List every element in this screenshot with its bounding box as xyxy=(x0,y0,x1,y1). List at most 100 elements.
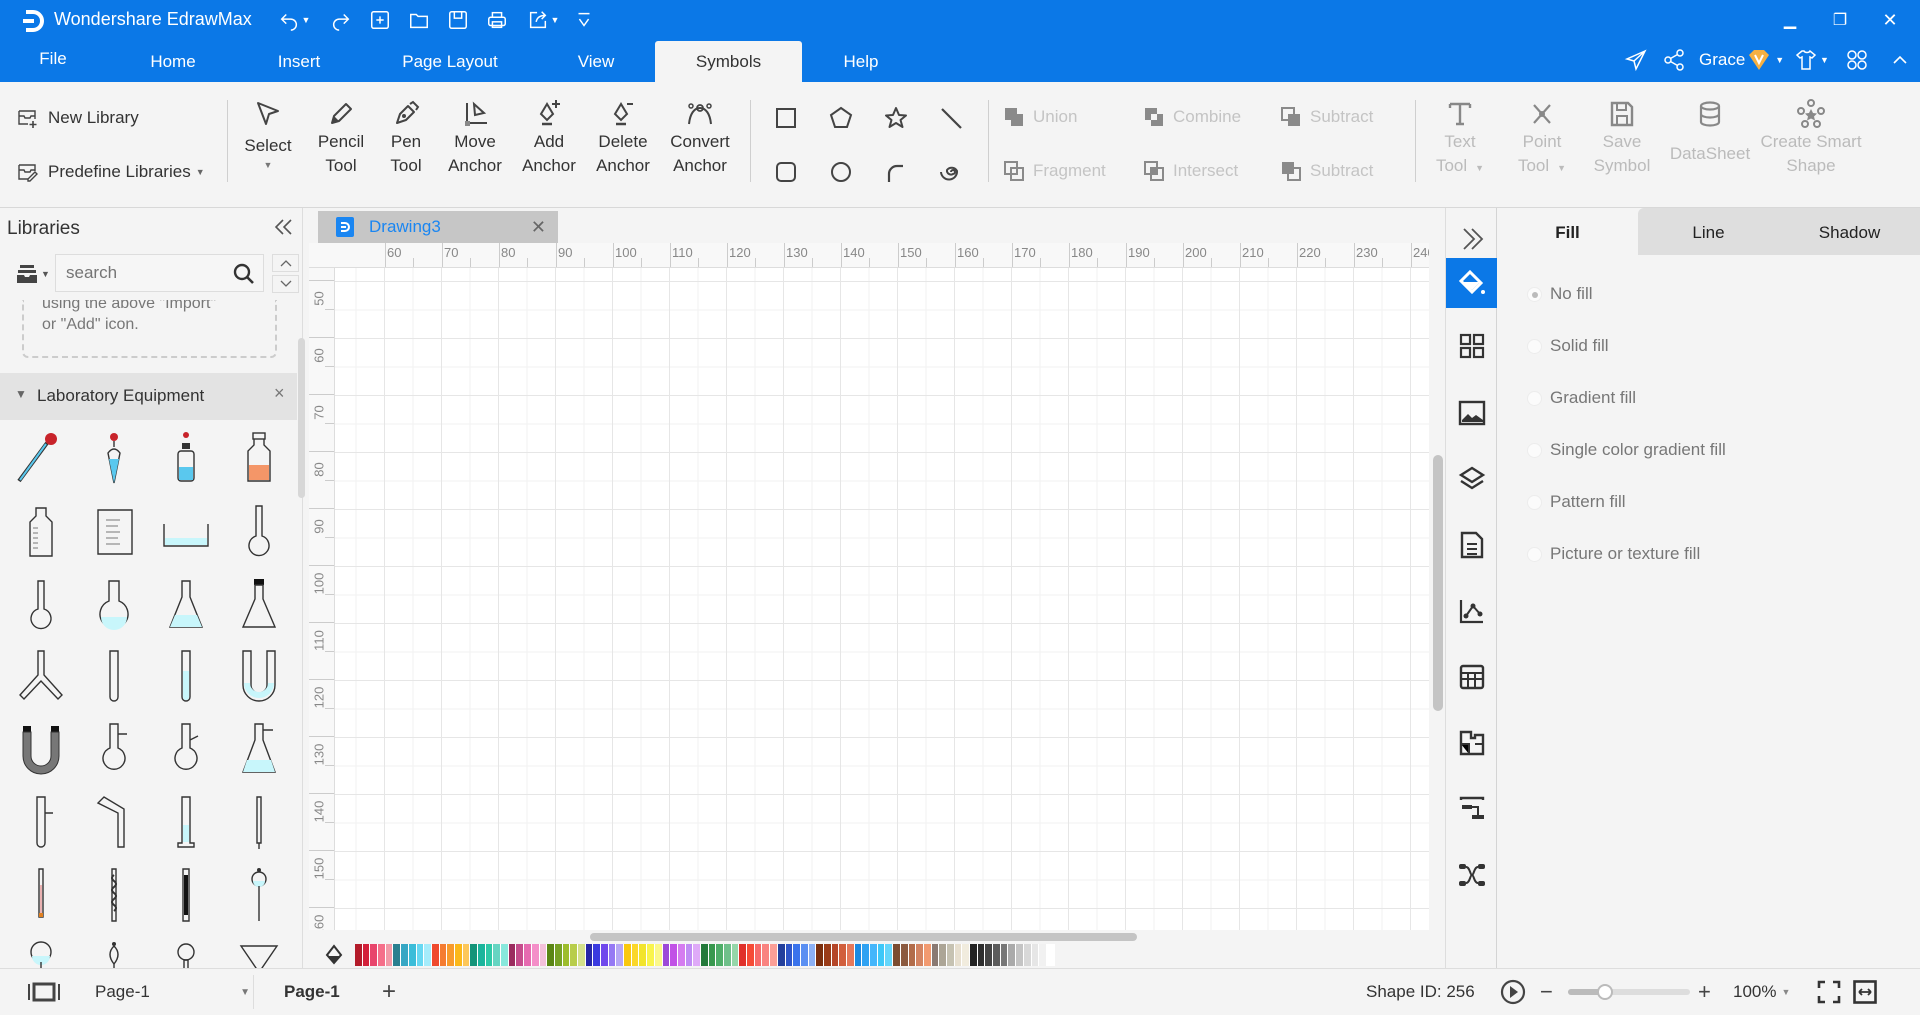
color-swatch[interactable] xyxy=(877,943,886,966)
pentagon-shape-button[interactable] xyxy=(827,104,855,132)
color-swatch[interactable] xyxy=(431,943,440,966)
color-swatch[interactable] xyxy=(631,943,640,966)
color-swatch[interactable] xyxy=(1039,943,1047,966)
menu-tab-view[interactable]: View xyxy=(555,41,637,82)
open-button[interactable] xyxy=(404,6,434,34)
color-swatch[interactable] xyxy=(900,943,909,966)
add-page-button[interactable]: + xyxy=(382,969,396,1015)
menu-tab-symbols[interactable]: Symbols xyxy=(655,41,802,82)
symbol-reagent-bottle[interactable] xyxy=(223,423,296,496)
radio-selected[interactable] xyxy=(1527,286,1542,302)
star-shape-button[interactable] xyxy=(882,104,910,132)
page-select-dropdown[interactable]: Page-1 ▼ xyxy=(95,969,250,1015)
pen-tool-button[interactable]: Pen Tool xyxy=(378,98,434,178)
radio[interactable] xyxy=(1527,494,1542,510)
color-swatch[interactable] xyxy=(654,943,663,966)
color-swatch[interactable] xyxy=(577,943,586,966)
color-swatch[interactable] xyxy=(708,943,717,966)
color-swatch[interactable] xyxy=(839,943,847,966)
color-swatch[interactable] xyxy=(939,943,947,966)
color-swatch[interactable] xyxy=(985,943,994,966)
color-swatch[interactable] xyxy=(1008,943,1017,966)
fullscreen-button[interactable] xyxy=(1817,969,1841,1015)
scroll-up-button[interactable] xyxy=(272,254,299,272)
drawing-canvas[interactable] xyxy=(335,268,1429,930)
color-swatch[interactable] xyxy=(716,943,724,966)
symbol-condenser[interactable] xyxy=(150,859,223,932)
color-swatch[interactable] xyxy=(962,943,970,966)
rounded-rectangle-shape-button[interactable] xyxy=(772,158,800,186)
library-section-header[interactable]: ▼ Laboratory Equipment × xyxy=(0,373,297,420)
color-swatch[interactable] xyxy=(831,943,840,966)
table-panel-button[interactable] xyxy=(1446,652,1498,702)
share-button[interactable] xyxy=(1662,44,1686,76)
color-swatch[interactable] xyxy=(816,943,824,966)
symbol-u-tube[interactable] xyxy=(223,641,296,714)
datasheet-button[interactable]: DataSheet xyxy=(1668,98,1752,166)
page-panel-button[interactable] xyxy=(1446,520,1498,570)
color-swatch[interactable] xyxy=(785,943,794,966)
color-swatch[interactable] xyxy=(416,943,425,966)
picture-texture-fill-option[interactable]: Picture or texture fill xyxy=(1527,544,1700,564)
symbol-side-arm-flask[interactable] xyxy=(150,714,223,787)
color-swatch[interactable] xyxy=(677,943,686,966)
symbol-long-neck-flask[interactable] xyxy=(223,496,296,569)
color-swatch[interactable] xyxy=(747,943,755,966)
search-icon[interactable] xyxy=(232,262,256,286)
color-swatch[interactable] xyxy=(439,943,448,966)
redo-button[interactable] xyxy=(326,6,356,34)
gradient-fill-option[interactable]: Gradient fill xyxy=(1527,388,1636,408)
color-swatch[interactable] xyxy=(1016,943,1024,966)
color-swatch[interactable] xyxy=(493,943,502,966)
symbol-erlenmeyer-flask[interactable] xyxy=(150,568,223,641)
color-swatch[interactable] xyxy=(847,943,855,966)
color-swatch[interactable] xyxy=(601,943,609,966)
symbol-dropping-pipette[interactable] xyxy=(78,423,151,496)
point-tool-button[interactable]: Point Tool ▼ xyxy=(1510,98,1574,180)
zoom-level-dropdown[interactable]: 100% ▼ xyxy=(1733,969,1790,1015)
symbol-filter-flask[interactable] xyxy=(223,714,296,787)
color-swatch[interactable] xyxy=(539,943,548,966)
page-view-button[interactable] xyxy=(27,969,61,1015)
symbol-thermometer-2[interactable] xyxy=(5,859,78,932)
image-panel-button[interactable] xyxy=(1446,388,1498,438)
color-swatch[interactable] xyxy=(424,943,432,966)
theme-button[interactable]: ▼ xyxy=(1794,44,1829,76)
color-swatch[interactable] xyxy=(923,943,932,966)
color-swatch[interactable] xyxy=(524,943,532,966)
document-tab[interactable]: Drawing3 ✕ xyxy=(318,211,558,243)
color-swatch[interactable] xyxy=(946,943,955,966)
subtract-button[interactable]: Subtract xyxy=(1280,106,1373,128)
symbol-dropper[interactable] xyxy=(5,423,78,496)
new-button[interactable] xyxy=(365,6,395,34)
print-button[interactable] xyxy=(482,6,512,34)
radio[interactable] xyxy=(1527,546,1542,562)
color-swatch[interactable] xyxy=(685,943,694,966)
single-color-gradient-fill-option[interactable]: Single color gradient fill xyxy=(1527,440,1726,460)
color-swatch[interactable] xyxy=(1023,943,1032,966)
color-swatch[interactable] xyxy=(355,943,363,966)
color-swatch[interactable] xyxy=(516,943,525,966)
color-swatch[interactable] xyxy=(639,943,648,966)
fragment-button[interactable]: Fragment xyxy=(1003,160,1106,182)
color-swatch[interactable] xyxy=(608,943,617,966)
color-swatch[interactable] xyxy=(916,943,924,966)
zoom-slider[interactable] xyxy=(1568,969,1690,1015)
select-tool-button[interactable]: Select ▼ xyxy=(238,98,298,172)
color-swatch[interactable] xyxy=(800,943,809,966)
play-button[interactable] xyxy=(1500,969,1526,1015)
menu-tab-file[interactable]: File xyxy=(28,38,78,79)
symbol-side-arm-tube[interactable] xyxy=(5,786,78,859)
color-swatch[interactable] xyxy=(754,943,763,966)
color-swatch[interactable] xyxy=(793,943,801,966)
color-swatch[interactable] xyxy=(562,943,571,966)
symbol-distilling-flask[interactable] xyxy=(78,714,151,787)
export-button[interactable]: ▼ xyxy=(521,6,565,34)
color-swatch[interactable] xyxy=(393,943,402,966)
spiral-shape-button[interactable] xyxy=(937,158,965,186)
page-tab-active[interactable]: Page-1 xyxy=(284,969,340,1015)
fill-panel-button[interactable] xyxy=(1446,258,1498,308)
close-tab-button[interactable]: ✕ xyxy=(531,217,546,238)
symbol-separatory-funnel[interactable] xyxy=(223,859,296,932)
zoom-slider-handle[interactable] xyxy=(1596,984,1613,1000)
